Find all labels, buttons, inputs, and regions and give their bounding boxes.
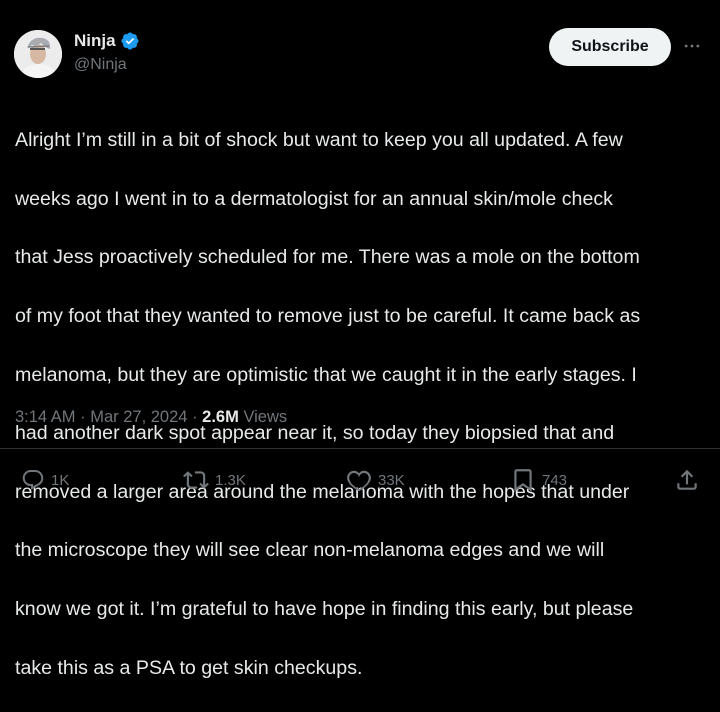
avatar[interactable] <box>14 30 62 78</box>
tweet-line: of my foot that they wanted to remove ju… <box>15 305 641 328</box>
author-name-text[interactable]: Ninja <box>74 31 116 51</box>
repost-count: 1.3K <box>215 471 246 489</box>
reply-count: 1K <box>51 471 70 489</box>
bookmark-button[interactable]: 743 <box>510 466 567 494</box>
views-label: Views <box>243 408 288 426</box>
like-button[interactable]: 33K <box>346 466 405 494</box>
author-handle[interactable]: @Ninja <box>74 56 127 74</box>
meta-separator: · <box>192 408 198 426</box>
like-count: 33K <box>378 471 405 489</box>
share-icon <box>677 469 697 490</box>
author-name[interactable]: Ninja <box>74 31 140 51</box>
tweet-line: know we got it. I’m grateful to have hop… <box>15 598 634 621</box>
bookmark-count: 743 <box>542 471 568 489</box>
share-button[interactable] <box>674 466 700 494</box>
tweet-meta: 3:14 AM · Mar 27, 2024 · 2.6M Views <box>15 408 287 427</box>
subscribe-button[interactable]: Subscribe <box>549 28 671 66</box>
meta-separator: · <box>80 408 86 426</box>
tweet-date[interactable]: Mar 27, 2024 <box>90 408 187 426</box>
views-count: 2.6M <box>202 408 239 426</box>
reply-button[interactable]: 1K <box>21 466 69 494</box>
tweet-line: weeks ago I went in to a dermatologist f… <box>15 187 613 210</box>
tweet-time[interactable]: 3:14 AM <box>15 408 76 426</box>
tweet-line: the microscope they will see clear non-m… <box>15 539 605 562</box>
heart-icon <box>347 470 371 492</box>
tweet-line: that Jess proactively scheduled for me. … <box>15 246 640 269</box>
verified-badge-icon[interactable] <box>120 31 140 51</box>
bookmark-icon <box>514 469 532 492</box>
tweet-text: Alright I’m still in a bit of shock but … <box>15 97 715 712</box>
divider <box>0 448 720 449</box>
avatar-image <box>14 30 62 78</box>
tweet-line: melanoma, but they are optimistic that w… <box>15 363 637 386</box>
more-button[interactable] <box>680 34 704 58</box>
tweet-line: Alright I’m still in a bit of shock but … <box>15 129 623 152</box>
repost-icon <box>183 471 209 489</box>
reply-icon <box>22 470 44 490</box>
more-icon <box>684 44 700 48</box>
tweet-line: take this as a PSA to get skin checkups. <box>15 656 363 679</box>
repost-button[interactable]: 1.3K <box>183 466 246 494</box>
